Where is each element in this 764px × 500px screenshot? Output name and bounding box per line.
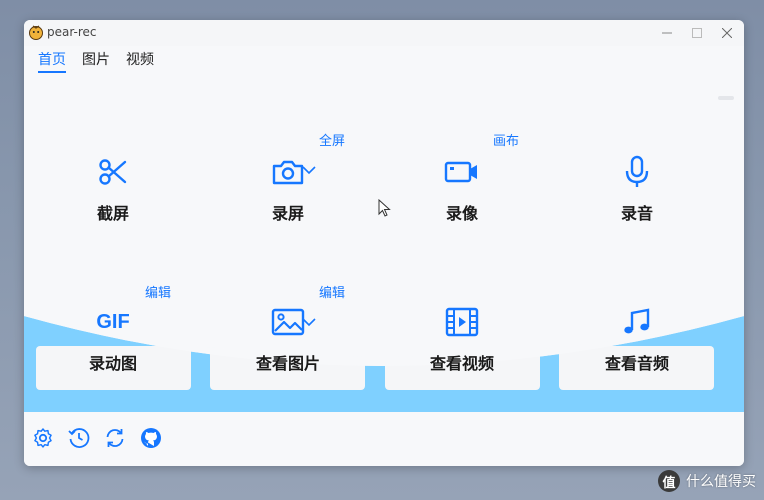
main-panel: 截屏 录屏 全屏 录像 画布 录音 GIF 录动图 编辑 查看图片 编辑 查看视… [24, 76, 744, 412]
history-icon[interactable] [68, 427, 90, 449]
view-videos-label: 查看视频 [429, 354, 494, 373]
watermark-text: 什么值得买 [686, 474, 756, 490]
gif-record-label: 录动图 [88, 354, 137, 373]
film-icon [445, 307, 479, 337]
scrollbar-thumb[interactable] [718, 96, 734, 100]
gif-record-button[interactable]: GIF 录动图 [48, 302, 178, 374]
tab-bar: 首页 图片 视频 [38, 47, 154, 73]
tab-videos[interactable]: 视频 [126, 47, 154, 73]
gif-edit-link[interactable]: 编辑 [145, 282, 171, 301]
video-camera-icon [444, 161, 477, 183]
maximize-icon [692, 28, 702, 38]
minimize-button[interactable] [656, 22, 678, 44]
watermark-logo: 值 [658, 470, 680, 492]
camera-record-label: 录像 [445, 204, 478, 223]
window-title: pear-rec [47, 25, 97, 39]
chevron-down-icon[interactable] [301, 162, 317, 178]
microphone-icon [625, 155, 649, 187]
view-audio-button[interactable]: 查看音频 [572, 302, 702, 374]
chevron-down-icon[interactable] [301, 314, 317, 330]
refresh-icon[interactable] [104, 427, 126, 449]
footer-toolbar [24, 412, 744, 466]
audio-record-button[interactable]: 录音 [572, 152, 702, 224]
canvas-link[interactable]: 画布 [493, 130, 519, 149]
app-window: pear-rec 首页 图片 视频 截屏 录屏 全屏 录像 画布 录音 GIF … [24, 20, 744, 466]
tab-home[interactable]: 首页 [38, 47, 66, 73]
screenshot-button[interactable]: 截屏 [48, 152, 178, 224]
view-videos-button[interactable]: 查看视频 [397, 302, 527, 374]
title-bar: pear-rec [24, 20, 744, 46]
image-edit-link[interactable]: 编辑 [319, 282, 345, 301]
view-images-button[interactable]: 查看图片 [223, 302, 353, 374]
close-icon [722, 28, 732, 38]
app-logo-icon [29, 25, 43, 40]
music-note-icon [624, 308, 650, 334]
github-icon[interactable] [140, 427, 162, 449]
screen-record-button[interactable]: 录屏 [223, 152, 353, 224]
maximize-button[interactable] [686, 22, 708, 44]
audio-record-label: 录音 [620, 204, 653, 223]
view-audio-label: 查看音频 [604, 354, 669, 373]
screen-record-label: 录屏 [271, 204, 304, 223]
fullscreen-link[interactable]: 全屏 [319, 130, 345, 149]
scissors-icon [99, 159, 127, 185]
mouse-cursor-icon [378, 199, 391, 217]
settings-icon[interactable] [32, 427, 54, 449]
gif-icon: GIF [96, 310, 130, 333]
camera-icon [272, 160, 304, 185]
close-button[interactable] [716, 22, 738, 44]
camera-record-button[interactable]: 录像 [397, 152, 527, 224]
minimize-icon [662, 32, 672, 34]
tab-images[interactable]: 图片 [82, 47, 110, 73]
view-images-label: 查看图片 [255, 354, 320, 373]
watermark: 值 什么值得买 [658, 470, 756, 492]
screenshot-label: 截屏 [96, 204, 129, 223]
image-icon [271, 308, 305, 336]
